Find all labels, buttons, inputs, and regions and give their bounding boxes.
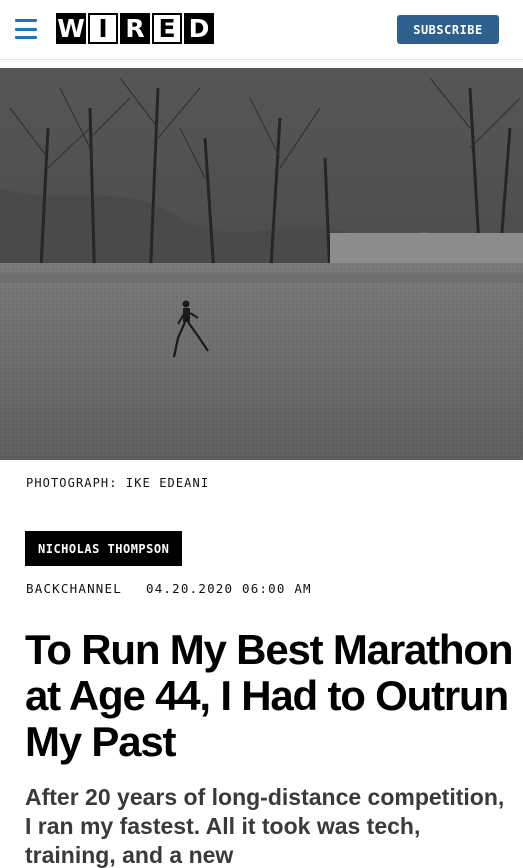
logo-letter: R bbox=[120, 13, 150, 44]
publish-datetime: 04.20.2020 06:00 AM bbox=[145, 581, 312, 596]
section-link[interactable]: BACKCHANNEL bbox=[26, 581, 122, 596]
logo-letter: I bbox=[88, 13, 118, 44]
site-header: W I R E D SUBSCRIBE bbox=[0, 0, 523, 60]
subscribe-button[interactable]: SUBSCRIBE bbox=[397, 15, 499, 44]
hero-photo bbox=[0, 68, 523, 460]
logo-letter: E bbox=[152, 13, 182, 44]
wired-logo[interactable]: W I R E D bbox=[56, 13, 214, 44]
hamburger-menu-icon[interactable] bbox=[15, 19, 37, 39]
article-headline: To Run My Best Marathon at Age 44, I Had… bbox=[25, 626, 513, 765]
article-meta: BACKCHANNEL 04.20.2020 06:00 AM bbox=[26, 581, 312, 596]
logo-letter: D bbox=[184, 13, 214, 44]
hero-image bbox=[0, 68, 523, 460]
logo-letter: W bbox=[56, 13, 86, 44]
menu-bar bbox=[15, 27, 37, 31]
menu-bar bbox=[15, 19, 37, 22]
photo-credit: PHOTOGRAPH: IKE EDEANI bbox=[26, 476, 210, 490]
author-byline[interactable]: NICHOLAS THOMPSON bbox=[25, 531, 183, 566]
article-dek: After 20 years of long-distance competit… bbox=[25, 784, 505, 868]
menu-bar bbox=[15, 36, 37, 39]
